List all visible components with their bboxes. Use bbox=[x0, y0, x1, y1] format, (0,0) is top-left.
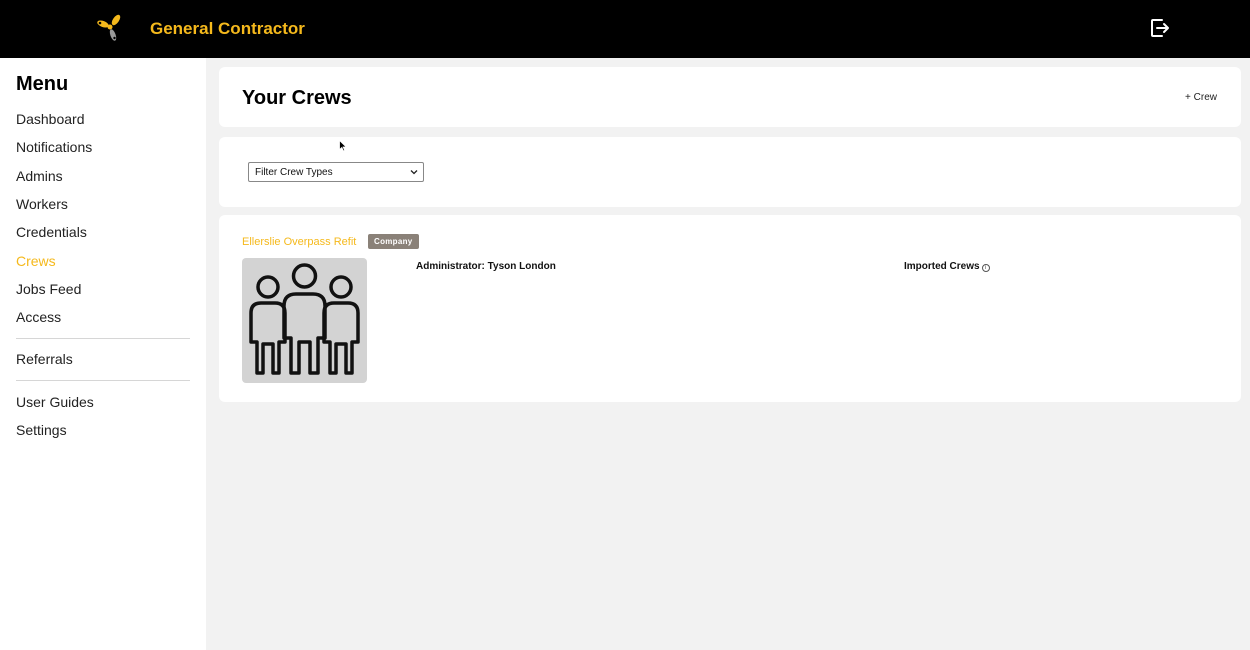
filter-card: Filter Crew Types bbox=[219, 137, 1241, 207]
sidebar-item-workers[interactable]: Workers bbox=[16, 196, 68, 212]
sidebar-divider bbox=[16, 338, 190, 339]
info-icon[interactable]: i bbox=[981, 264, 990, 272]
crew-image[interactable] bbox=[242, 258, 367, 383]
sidebar-item-settings[interactable]: Settings bbox=[16, 422, 67, 438]
imported-crews-text: Imported Crews bbox=[904, 261, 980, 272]
crew-people-icon bbox=[249, 263, 360, 375]
chevron-down-icon bbox=[410, 170, 418, 175]
imported-crews-label: Imported Crews i bbox=[904, 261, 990, 272]
app-brand[interactable]: General Contractor bbox=[150, 19, 305, 39]
crews-header-card: Your Crews + Crew bbox=[219, 67, 1241, 127]
sidebar-item-notifications[interactable]: Notifications bbox=[16, 139, 92, 155]
crew-name-link[interactable]: Ellerslie Overpass Refit bbox=[242, 236, 356, 248]
sidebar-item-dashboard[interactable]: Dashboard bbox=[16, 111, 85, 127]
top-bar: General Contractor bbox=[0, 0, 1250, 58]
sidebar-item-user-guides[interactable]: User Guides bbox=[16, 394, 94, 410]
menu-title: Menu bbox=[16, 73, 69, 95]
mouse-cursor-icon bbox=[339, 140, 347, 152]
sidebar-item-admins[interactable]: Admins bbox=[16, 168, 63, 184]
crew-type-badge: Company bbox=[368, 234, 419, 249]
sidebar: Menu Dashboard Notifications Admins Work… bbox=[0, 58, 206, 650]
crew-card: Ellerslie Overpass Refit Company Adminis… bbox=[219, 215, 1241, 402]
page-title: Your Crews bbox=[242, 87, 352, 109]
sidebar-divider bbox=[16, 380, 190, 381]
filter-select-value: Filter Crew Types bbox=[255, 167, 333, 178]
logout-icon[interactable] bbox=[1149, 16, 1171, 40]
sidebar-item-jobs-feed[interactable]: Jobs Feed bbox=[16, 281, 81, 297]
sidebar-item-access[interactable]: Access bbox=[16, 309, 61, 325]
sidebar-item-referrals[interactable]: Referrals bbox=[16, 351, 73, 367]
crew-administrator: Administrator: Tyson London bbox=[416, 261, 556, 272]
sidebar-item-crews[interactable]: Crews bbox=[16, 253, 56, 269]
sidebar-item-credentials[interactable]: Credentials bbox=[16, 224, 87, 240]
crew-type-filter-select[interactable]: Filter Crew Types bbox=[248, 162, 424, 182]
add-crew-button[interactable]: + Crew bbox=[1185, 92, 1217, 103]
propeller-logo-icon[interactable] bbox=[96, 14, 124, 42]
